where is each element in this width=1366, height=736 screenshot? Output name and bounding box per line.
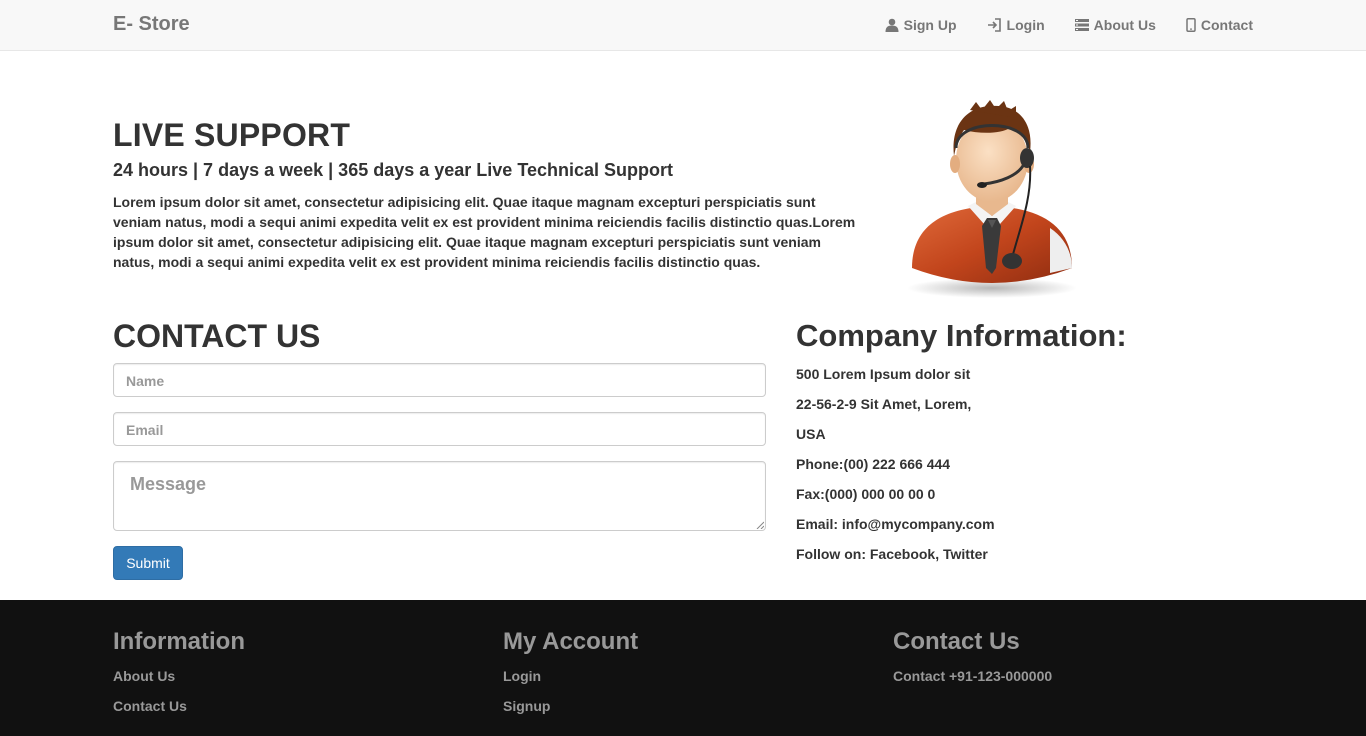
email-input-placeholder: Email [126, 422, 164, 438]
message-textarea-placeholder: Message [130, 474, 207, 494]
list-icon [1074, 18, 1089, 32]
footer-contact-phone: Contact +91-123-000000 [893, 668, 1053, 684]
company-address-line-1: 500 Lorem Ipsum dolor sit [796, 366, 971, 382]
live-support-subtitle: 24 hours | 7 days a week | 365 days a ye… [113, 160, 673, 180]
nav-signup-link[interactable]: Sign Up [885, 17, 957, 33]
login-icon [987, 18, 1002, 32]
nav-contact-label: Contact [1200, 17, 1253, 33]
resize-grip-icon[interactable] [756, 521, 764, 529]
nav-about-link[interactable]: About Us [1074, 17, 1156, 33]
page-footer: Information About Us Contact Us My Accou… [0, 600, 1366, 736]
company-country: USA [796, 426, 826, 442]
nav-login-link[interactable]: Login [987, 17, 1045, 33]
company-info-details: 500 Lorem Ipsum dolor sit 22-56-2-9 Sit … [796, 364, 995, 574]
footer-contact-column: Contact Us Contact +91-123-000000 [893, 628, 1052, 696]
support-agent-icon [900, 98, 1085, 298]
footer-about-link[interactable]: About Us [113, 666, 245, 696]
footer-account-column: My Account Login Signup [503, 628, 638, 726]
company-phone: Phone:(00) 222 666 444 [796, 456, 951, 472]
footer-account-title: My Account [503, 628, 639, 655]
nav-contact-link[interactable]: Contact [1186, 17, 1253, 33]
submit-button[interactable]: Submit [113, 546, 183, 580]
live-support-description: Lorem ipsum dolor sit amet, consectetur … [113, 194, 856, 270]
nav-signup-label: Sign Up [903, 17, 957, 33]
footer-login-link[interactable]: Login [503, 666, 638, 696]
footer-information-column: Information About Us Contact Us [113, 628, 245, 726]
nav-links: Sign Up Login About Us Contact [885, 0, 1253, 50]
footer-information-title: Information [113, 628, 245, 655]
live-support-title: LIVE SUPPORT [113, 117, 351, 153]
footer-contact-link[interactable]: Contact Us [113, 696, 245, 726]
footer-contact-title: Contact Us [893, 628, 1020, 655]
company-address-line-2: 22-56-2-9 Sit Amet, Lorem, [796, 396, 972, 412]
company-follow: Follow on: Facebook, Twitter [796, 546, 988, 562]
nav-about-label: About Us [1093, 17, 1156, 33]
nav-login-label: Login [1006, 17, 1045, 33]
top-navbar: E- Store Sign Up Login About Us Contact [0, 0, 1366, 51]
user-icon [885, 18, 899, 32]
phone-icon [1186, 18, 1196, 32]
brand-logo[interactable]: E- Store [113, 13, 190, 36]
name-input-placeholder: Name [126, 373, 165, 389]
company-email: Email: info@mycompany.com [796, 516, 995, 532]
message-textarea[interactable]: Message [113, 461, 766, 531]
name-input[interactable]: Name [113, 363, 766, 397]
company-fax: Fax:(000) 000 00 00 0 [796, 486, 936, 502]
email-input[interactable]: Email [113, 412, 766, 446]
footer-signup-link[interactable]: Signup [503, 696, 638, 726]
contact-us-title: CONTACT US [113, 318, 321, 354]
company-info-title: Company Information: [796, 318, 1127, 353]
